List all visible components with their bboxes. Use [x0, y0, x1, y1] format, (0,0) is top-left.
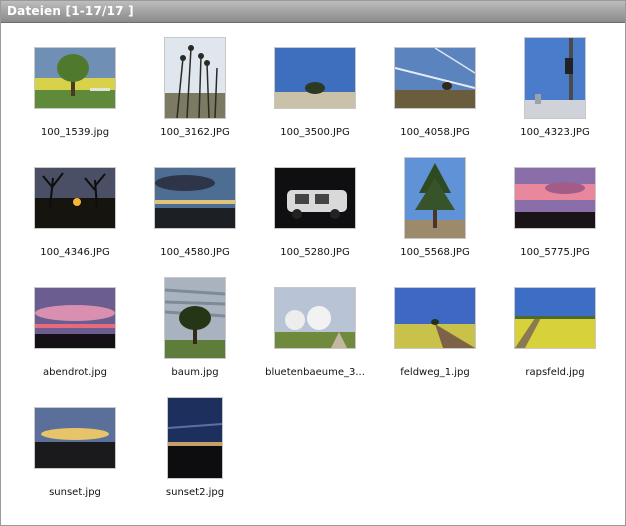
- file-tile-abendrot[interactable]: abendrot.jpg: [15, 273, 135, 393]
- file-tile-bluetenbaeume[interactable]: bluetenbaeume_3...: [255, 273, 375, 393]
- file-name: 100_4058.JPG: [400, 127, 470, 138]
- file-tile-rapsfeld[interactable]: rapsfeld.jpg: [495, 273, 615, 393]
- file-name: baum.jpg: [171, 367, 219, 378]
- file-tile-100-4346[interactable]: 100_4346.JPG: [15, 153, 135, 273]
- file-name: 100_5775.JPG: [520, 247, 590, 258]
- file-tile-baum[interactable]: baum.jpg: [135, 273, 255, 393]
- thumbnail-image: [165, 278, 225, 358]
- file-tile-100-4058[interactable]: 100_4058.JPG: [375, 33, 495, 153]
- file-name: abendrot.jpg: [43, 367, 107, 378]
- file-browser-panel: Dateien [1-17/17 ] 100_1539.jpg 100_3162…: [0, 0, 626, 526]
- thumbnail-image: [405, 158, 465, 238]
- thumbnail-image: [35, 48, 115, 108]
- file-tile-100-5280[interactable]: 100_5280.JPG: [255, 153, 375, 273]
- file-name: 100_5568.JPG: [400, 247, 470, 258]
- file-tile-100-4323[interactable]: 100_4323.JPG: [495, 33, 615, 153]
- thumbnail-grid: 100_1539.jpg 100_3162.JPG 100_3500.JPG 1…: [1, 23, 625, 523]
- file-name: 100_4580.JPG: [160, 247, 230, 258]
- thumbnail-image: [395, 48, 475, 108]
- thumbnail-image: [275, 168, 355, 228]
- file-name: sunset2.jpg: [165, 487, 225, 498]
- file-tile-sunset[interactable]: sunset.jpg: [15, 393, 135, 513]
- file-tile-100-3500[interactable]: 100_3500.JPG: [255, 33, 375, 153]
- thumbnail-image: [165, 38, 225, 118]
- file-name: 100_4323.JPG: [520, 127, 590, 138]
- file-tile-100-4580[interactable]: 100_4580.JPG: [135, 153, 255, 273]
- thumbnail-image: [525, 38, 585, 118]
- file-tile-feldweg-1[interactable]: feldweg_1.jpg: [375, 273, 495, 393]
- file-tile-100-3162[interactable]: 100_3162.JPG: [135, 33, 255, 153]
- thumbnail-image: [395, 288, 475, 348]
- thumbnail-image: [35, 288, 115, 348]
- file-tile-100-5775[interactable]: 100_5775.JPG: [495, 153, 615, 273]
- file-name: feldweg_1.jpg: [400, 367, 470, 378]
- panel-titlebar: Dateien [1-17/17 ]: [1, 1, 625, 23]
- thumbnail-image: [275, 288, 355, 348]
- file-name: 100_1539.jpg: [40, 127, 110, 138]
- file-name: 100_4346.JPG: [40, 247, 110, 258]
- file-name: rapsfeld.jpg: [525, 367, 585, 378]
- file-name: bluetenbaeume_3...: [265, 367, 365, 378]
- thumbnail-image: [515, 288, 595, 348]
- thumbnail-image: [515, 168, 595, 228]
- file-tile-100-5568[interactable]: 100_5568.JPG: [375, 153, 495, 273]
- file-name: sunset.jpg: [49, 487, 101, 498]
- file-tile-sunset2[interactable]: sunset2.jpg: [135, 393, 255, 513]
- thumbnail-image: [275, 48, 355, 108]
- thumbnail-image: [35, 168, 115, 228]
- thumbnail-image: [155, 168, 235, 228]
- file-name: 100_3500.JPG: [280, 127, 350, 138]
- thumbnail-image: [168, 398, 222, 478]
- file-name: 100_5280.JPG: [280, 247, 350, 258]
- file-name: 100_3162.JPG: [160, 127, 230, 138]
- thumbnail-image: [35, 408, 115, 468]
- file-tile-100-1539[interactable]: 100_1539.jpg: [15, 33, 135, 153]
- panel-title: Dateien [1-17/17 ]: [7, 4, 134, 18]
